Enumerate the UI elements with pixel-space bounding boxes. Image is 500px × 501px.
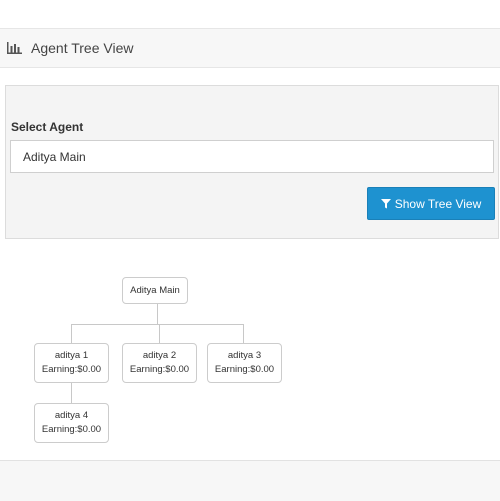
agent-tree: Aditya Main aditya 1 Earning:$0.00 adity… [0,240,500,460]
node-name: aditya 1 [54,350,89,361]
tree-node[interactable]: aditya 3 Earning:$0.00 [207,343,282,383]
node-name: aditya 4 [54,410,89,421]
footer-bar [0,460,500,501]
tree-connector [243,324,244,343]
tree-connector [71,324,72,343]
bar-chart-icon [7,42,22,54]
tree-connector [71,383,72,403]
node-name: Aditya Main [130,284,180,296]
select-agent-label: Select Agent [11,120,84,134]
tree-node-root[interactable]: Aditya Main [122,277,188,304]
select-agent-input[interactable] [10,140,494,173]
node-earning: Earning:$0.00 [129,364,190,375]
agent-filter-panel: Select Agent Show Tree View [5,85,499,239]
tree-node[interactable]: aditya 2 Earning:$0.00 [122,343,197,383]
node-earning: Earning:$0.00 [41,364,102,375]
show-tree-view-label: Show Tree View [394,196,482,211]
tree-node[interactable]: aditya 4 Earning:$0.00 [34,403,109,443]
node-earning: Earning:$0.00 [214,364,275,375]
show-tree-view-button[interactable]: Show Tree View [367,187,495,220]
filter-icon [380,198,391,209]
tree-connector [71,324,244,325]
tree-connector [159,324,160,343]
node-name: aditya 2 [142,350,177,361]
page-title: Agent Tree View [31,40,134,56]
node-earning: Earning:$0.00 [41,424,102,435]
node-name: aditya 3 [227,350,262,361]
page-header: Agent Tree View [0,28,500,68]
tree-connector [157,304,158,324]
tree-node[interactable]: aditya 1 Earning:$0.00 [34,343,109,383]
